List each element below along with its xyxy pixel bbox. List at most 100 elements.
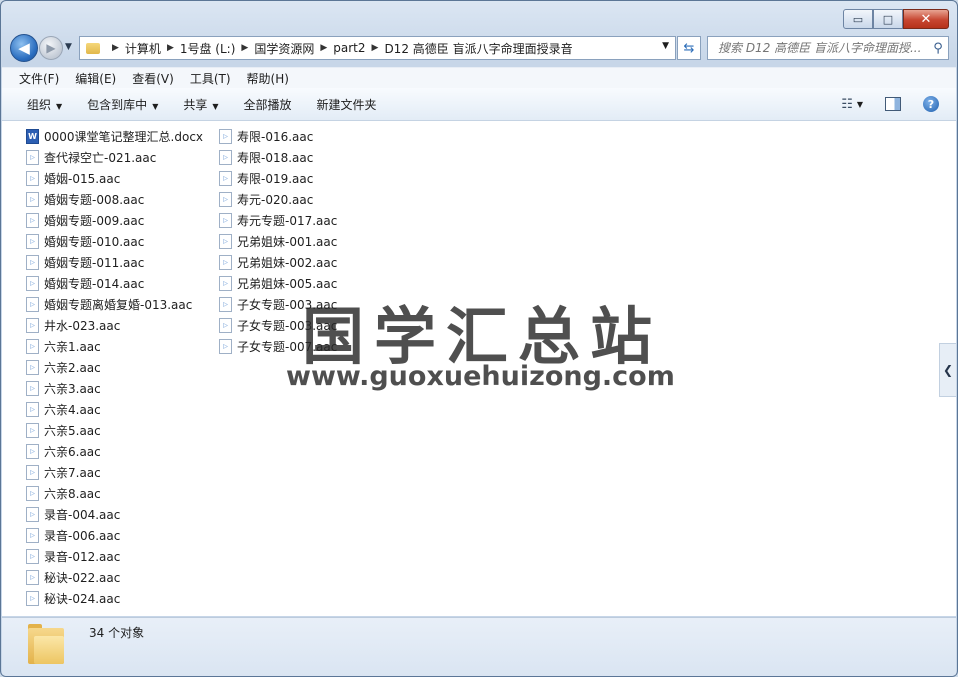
file-item[interactable]: ▷ 六亲3.aac (26, 378, 203, 399)
refresh-button[interactable]: ⇆ (677, 36, 701, 60)
audio-file-icon: ▷ (26, 192, 39, 207)
maximize-button[interactable]: □ (873, 9, 903, 29)
file-item[interactable]: ▷ 六亲5.aac (26, 420, 203, 441)
file-item[interactable]: ▷ 婚姻-015.aac (26, 168, 203, 189)
file-name: 婚姻专题-014.aac (44, 277, 145, 291)
file-item[interactable]: ▷ 婚姻专题-009.aac (26, 210, 203, 231)
file-item[interactable]: ▷ 六亲1.aac (26, 336, 203, 357)
file-item[interactable]: ▷ 录音-006.aac (26, 525, 203, 546)
minimize-button[interactable]: ▭ (843, 9, 873, 29)
audio-file-icon: ▷ (219, 339, 232, 354)
word-document-icon: W (26, 129, 39, 144)
view-dropdown-icon[interactable]: ▼ (857, 100, 863, 109)
chevron-right-icon[interactable]: ▶ (167, 43, 174, 53)
audio-file-icon: ▷ (219, 150, 232, 165)
file-item[interactable]: ▷ 六亲6.aac (26, 441, 203, 462)
file-name: 兄弟姐妹-002.aac (237, 256, 338, 270)
search-icon[interactable]: ⚲ (928, 41, 948, 56)
breadcrumb-current-folder[interactable]: D12 高德臣 盲派八字命理面授录音 (384, 40, 572, 57)
play-all-button[interactable]: 全部播放 (244, 96, 292, 113)
organize-button[interactable]: 组织 ▼ (27, 96, 62, 113)
file-item[interactable]: ▷ 秘诀-024.aac (26, 588, 203, 609)
close-button[interactable]: ✕ (903, 9, 949, 29)
file-name: 婚姻-015.aac (44, 172, 121, 186)
help-icon[interactable]: ? (923, 96, 939, 112)
explorer-window: ▭ □ ✕ ◀ ▶ ▼ ▶ 计算机 ▶ 1号盘 (L:) ▶ 国学资源网 ▶ p… (0, 0, 958, 677)
share-label: 共享 (183, 97, 208, 112)
file-item[interactable]: W 0000课堂笔记整理汇总.docx (26, 126, 203, 147)
file-item[interactable]: ▷ 寿元专题-017.aac (219, 210, 337, 231)
chevron-right-icon[interactable]: ▶ (241, 43, 248, 53)
audio-file-icon: ▷ (26, 549, 39, 564)
address-dropdown-icon[interactable]: ▼ (662, 41, 669, 51)
file-name: 六亲4.aac (44, 403, 101, 417)
audio-file-icon: ▷ (26, 339, 39, 354)
file-item[interactable]: ▷ 婚姻专题-011.aac (26, 252, 203, 273)
chevron-right-icon[interactable]: ▶ (320, 43, 327, 53)
breadcrumb-part2[interactable]: part2 (333, 41, 365, 55)
recent-pages-dropdown-icon[interactable]: ▼ (65, 42, 72, 52)
breadcrumb-drive[interactable]: 1号盘 (L:) (180, 40, 236, 57)
file-name: 秘诀-024.aac (44, 592, 121, 606)
file-name: 寿限-019.aac (237, 172, 314, 186)
breadcrumb-guoxue[interactable]: 国学资源网 (254, 40, 314, 57)
file-name: 查代禄空亡-021.aac (44, 151, 157, 165)
menu-file[interactable]: 文件(F) (19, 70, 59, 87)
forward-button[interactable]: ▶ (39, 36, 63, 60)
file-item[interactable]: ▷ 录音-012.aac (26, 546, 203, 567)
details-pane: 34 个对象 (2, 617, 956, 676)
preview-pane-icon[interactable] (885, 97, 901, 111)
file-item[interactable]: ▷ 秘诀-022.aac (26, 567, 203, 588)
file-item[interactable]: ▷ 婚姻专题-010.aac (26, 231, 203, 252)
file-item[interactable]: ▷ 寿限-019.aac (219, 168, 337, 189)
audio-file-icon: ▷ (219, 171, 232, 186)
file-item[interactable]: ▷ 兄弟姐妹-002.aac (219, 252, 337, 273)
share-button[interactable]: 共享 ▼ (183, 96, 218, 113)
menu-help[interactable]: 帮助(H) (247, 70, 289, 87)
chevron-right-icon[interactable]: ▶ (372, 43, 379, 53)
file-name: 婚姻专题-010.aac (44, 235, 145, 249)
search-input[interactable] (708, 40, 928, 56)
include-library-label: 包含到库中 (87, 97, 148, 112)
file-item[interactable]: ▷ 六亲2.aac (26, 357, 203, 378)
file-item[interactable]: ▷ 六亲8.aac (26, 483, 203, 504)
file-item[interactable]: ▷ 兄弟姐妹-001.aac (219, 231, 337, 252)
expand-pane-button[interactable]: ❮ (939, 343, 956, 397)
file-item[interactable]: ▷ 婚姻专题-008.aac (26, 189, 203, 210)
new-folder-button[interactable]: 新建文件夹 (317, 96, 377, 113)
search-box[interactable]: ⚲ (707, 36, 949, 60)
dropdown-arrow-icon: ▼ (152, 101, 159, 111)
menu-view[interactable]: 查看(V) (132, 70, 174, 87)
file-item[interactable]: ▷ 录音-004.aac (26, 504, 203, 525)
file-name: 寿限-018.aac (237, 151, 314, 165)
menu-edit[interactable]: 编辑(E) (75, 70, 116, 87)
file-item[interactable]: ▷ 查代禄空亡-021.aac (26, 147, 203, 168)
menu-tools[interactable]: 工具(T) (190, 70, 231, 87)
change-view-icon[interactable]: ☷ (841, 97, 853, 112)
audio-file-icon: ▷ (219, 192, 232, 207)
file-name: 录音-004.aac (44, 508, 121, 522)
audio-file-icon: ▷ (26, 486, 39, 501)
audio-file-icon: ▷ (219, 234, 232, 249)
audio-file-icon: ▷ (26, 255, 39, 270)
address-bar[interactable]: ▶ 计算机 ▶ 1号盘 (L:) ▶ 国学资源网 ▶ part2 ▶ D12 高… (79, 36, 676, 60)
file-list-pane: W 0000课堂笔记整理汇总.docx ▷ 查代禄空亡-021.aac ▷ 婚姻-015.… (2, 121, 956, 616)
audio-file-icon: ▷ (26, 360, 39, 375)
back-button[interactable]: ◀ (10, 34, 38, 62)
file-item[interactable]: ▷ 寿限-018.aac (219, 147, 337, 168)
audio-file-icon: ▷ (219, 276, 232, 291)
audio-file-icon: ▷ (26, 402, 39, 417)
audio-file-icon: ▷ (26, 465, 39, 480)
file-item[interactable]: ▷ 井水-023.aac (26, 315, 203, 336)
file-column-1: W 0000课堂笔记整理汇总.docx ▷ 查代禄空亡-021.aac ▷ 婚姻-015.… (26, 126, 203, 609)
file-item[interactable]: ▷ 六亲4.aac (26, 399, 203, 420)
include-library-button[interactable]: 包含到库中 ▼ (87, 96, 158, 113)
file-item[interactable]: ▷ 婚姻专题-014.aac (26, 273, 203, 294)
dropdown-arrow-icon: ▼ (56, 101, 63, 111)
file-item[interactable]: ▷ 寿限-016.aac (219, 126, 337, 147)
file-item[interactable]: ▷ 婚姻专题离婚复婚-013.aac (26, 294, 203, 315)
chevron-right-icon[interactable]: ▶ (112, 43, 119, 53)
file-item[interactable]: ▷ 寿元-020.aac (219, 189, 337, 210)
breadcrumb-computer[interactable]: 计算机 (125, 40, 161, 57)
file-item[interactable]: ▷ 六亲7.aac (26, 462, 203, 483)
